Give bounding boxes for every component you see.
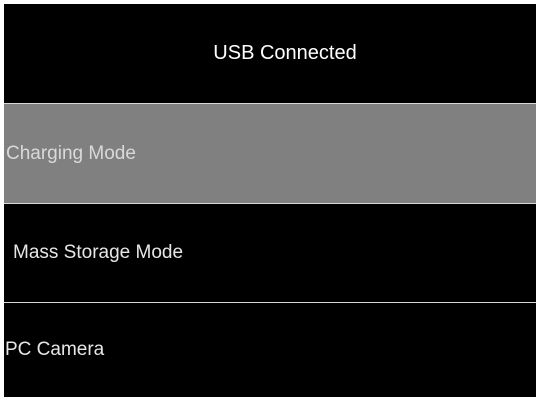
menu-item-label: Charging Mode <box>6 142 136 164</box>
menu-item-label: Mass Storage Mode <box>13 242 184 263</box>
usb-mode-screen: USB Connected Charging Mode Mass Storage… <box>4 4 536 397</box>
menu-item-charging-mode[interactable]: Charging Mode <box>4 104 536 203</box>
menu-item-pc-camera[interactable]: PC Camera <box>4 303 536 397</box>
screen-header: USB Connected <box>4 4 536 103</box>
menu-item-mass-storage-mode[interactable]: Mass Storage Mode <box>4 204 536 302</box>
menu-item-label: PC Camera <box>5 339 105 360</box>
screen-title: USB Connected <box>213 42 357 64</box>
